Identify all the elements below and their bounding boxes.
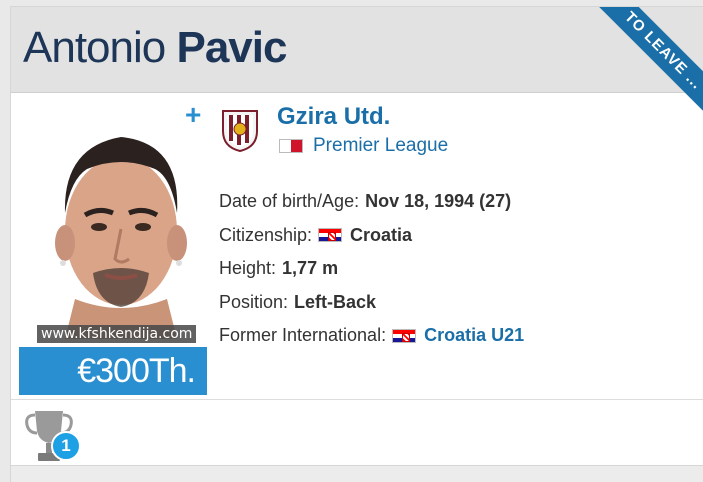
detail-label: Date of birth/Age: — [219, 191, 360, 212]
market-value[interactable]: €300Th. — [19, 347, 207, 395]
card-footer — [11, 465, 703, 482]
player-profile-card: Antonio Pavic TO LEAVE ... + www.kfshken… — [10, 6, 703, 482]
add-to-watchlist-button[interactable]: + — [185, 101, 201, 129]
trophy-count-badge: 1 — [51, 431, 81, 461]
flag-croatia-icon — [392, 328, 417, 343]
detail-label: Citizenship: — [219, 224, 313, 245]
player-photo — [35, 103, 207, 339]
section-divider — [11, 399, 703, 400]
player-first-name: Antonio — [23, 23, 166, 72]
profile-header: Antonio Pavic TO LEAVE ... — [11, 7, 703, 125]
club-crest-icon[interactable] — [219, 107, 261, 153]
detail-row-birth: Date of birth/Age: Nov 18, 1994 (27) — [219, 185, 524, 219]
flag-malta-icon — [279, 139, 303, 153]
detail-row-former-international: Former International: Croatia U21 — [219, 319, 524, 353]
player-name: Antonio Pavic — [23, 23, 287, 73]
detail-label: Height: — [219, 258, 277, 279]
detail-value: Left-Back — [294, 291, 377, 312]
photo-watermark: www.kfshkendija.com — [37, 325, 197, 343]
detail-row-citizenship: Citizenship: Croatia — [219, 219, 524, 253]
detail-label: Former International: — [219, 325, 387, 346]
detail-value: Croatia — [350, 224, 413, 245]
player-details: Date of birth/Age: Nov 18, 1994 (27) Cit… — [219, 185, 524, 353]
national-team-link[interactable]: Croatia U21 — [424, 325, 524, 346]
status-ribbon-label: TO LEAVE ... — [591, 7, 703, 125]
status-ribbon: TO LEAVE ... — [591, 7, 703, 127]
league-link[interactable]: Premier League — [279, 135, 448, 157]
flag-croatia-icon — [318, 228, 343, 243]
player-last-name: Pavic — [176, 23, 287, 72]
detail-row-position: Position: Left-Back — [219, 286, 524, 320]
club-name-link[interactable]: Gzira Utd. — [277, 103, 390, 131]
detail-value: Nov 18, 1994 (27) — [365, 191, 512, 212]
detail-row-height: Height: 1,77 m — [219, 252, 524, 286]
detail-value: 1,77 m — [282, 258, 339, 279]
detail-label: Position: — [219, 291, 289, 312]
league-name: Premier League — [313, 135, 449, 156]
